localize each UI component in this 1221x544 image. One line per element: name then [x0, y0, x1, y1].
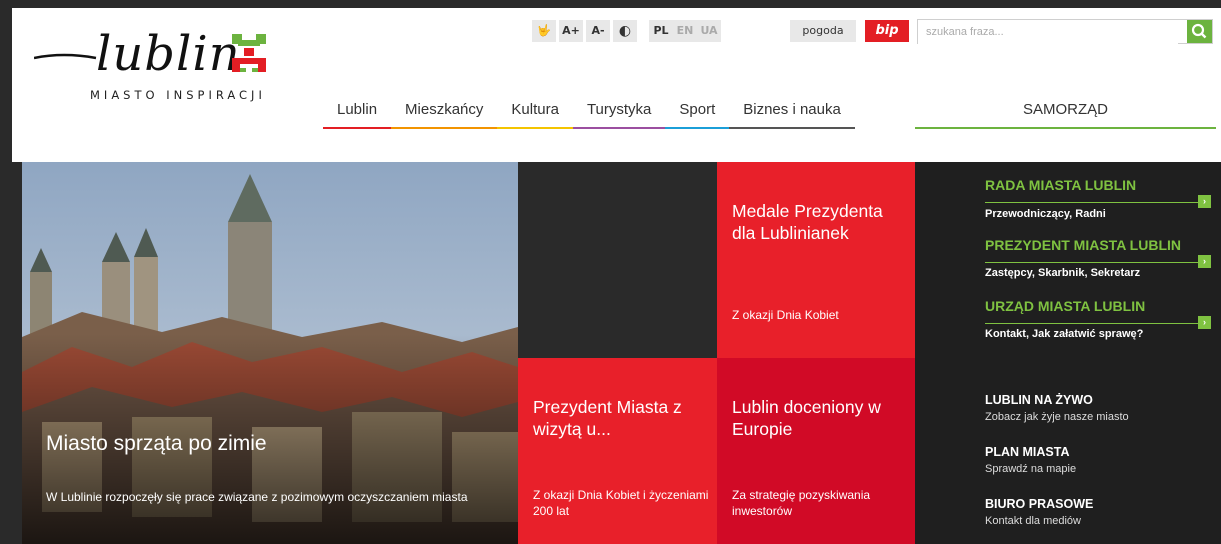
lang-en[interactable]: EN — [673, 20, 697, 42]
tile-subtitle: Z okazji Dnia Kobiet i życzeniami 200 la… — [533, 488, 709, 518]
link-plan-miasta[interactable]: PLAN MIASTA — [985, 445, 1070, 459]
news-tile-europa[interactable]: Lublin doceniony w Europie Za strategię … — [717, 358, 915, 544]
link-plan-miasta-sub: Sprawdź na mapie — [985, 463, 1077, 475]
nav-item-sport[interactable]: Sport — [665, 99, 730, 129]
tile-title[interactable]: Medale Prezydenta dla Lublinianek — [732, 200, 903, 244]
link-biuro-prasowe-sub: Kontakt dla mediów — [985, 515, 1081, 527]
sidebar-sub-prezydent[interactable]: Zastępcy, Skarbnik, Sekretarz — [985, 267, 1140, 279]
search-input[interactable] — [918, 20, 1178, 44]
sidebar-heading-prezydent[interactable]: PREZYDENT MIASTA LUBLIN — [985, 237, 1181, 253]
nav-item-biznes[interactable]: Biznes i nauka — [729, 99, 855, 129]
link-lublin-na-zywo-sub: Zobacz jak żyje nasze miasto — [985, 411, 1129, 423]
nav-item-kultura[interactable]: Kultura — [497, 99, 573, 129]
chevron-right-icon[interactable]: › — [1198, 195, 1211, 208]
hero-slide[interactable]: Miasto sprząta po zimie W Lublinie rozpo… — [22, 162, 518, 544]
search-box — [917, 19, 1213, 44]
chevron-right-icon[interactable]: › — [1198, 255, 1211, 268]
sidebar-divider — [985, 202, 1199, 203]
hero-description: W Lublinie rozpoczęły się prace związane… — [46, 490, 468, 504]
sidebar-divider — [985, 323, 1199, 324]
sidebar-heading-rada[interactable]: RADA MIASTA LUBLIN — [985, 177, 1136, 193]
main-nav: Lublin Mieszkańcy Kultura Turystyka Spor… — [323, 99, 855, 129]
chevron-right-icon[interactable]: › — [1198, 316, 1211, 329]
news-tile-medale[interactable]: Medale Prezydenta dla Lublinianek Z okaz… — [717, 162, 915, 358]
tile-subtitle: Z okazji Dnia Kobiet — [732, 308, 839, 322]
link-lublin-na-zywo[interactable]: LUBLIN NA ŻYWO — [985, 393, 1093, 407]
lublin-logo[interactable]: lublin MIASTO INSPIRACJI — [34, 20, 284, 115]
site-header: lublin MIASTO INSPIRACJI 🤟 A+ A- ◐ PL EN… — [12, 8, 1221, 162]
hero-title[interactable]: Miasto sprząta po zimie — [46, 432, 267, 456]
nav-item-samorzad[interactable]: SAMORZĄD — [915, 99, 1216, 129]
nav-item-turystyka[interactable]: Turystyka — [572, 99, 666, 129]
sign-language-icon[interactable]: 🤟 — [532, 20, 556, 42]
samorzad-sidebar: RADA MIASTA LUBLIN › Przewodniczący, Rad… — [915, 162, 1221, 544]
logo-emblem-icon — [232, 34, 266, 72]
link-biuro-prasowe[interactable]: BIURO PRASOWE — [985, 497, 1093, 511]
weather-button[interactable]: pogoda — [790, 20, 856, 42]
news-tile-prezydent[interactable]: Prezydent Miasta z wizytą u... Z okazji … — [518, 358, 717, 544]
accessibility-tools: 🤟 A+ A- ◐ PL EN UA — [532, 20, 721, 42]
lang-ua[interactable]: UA — [697, 20, 721, 42]
sidebar-sub-rada[interactable]: Przewodniczący, Radni — [985, 208, 1106, 220]
logo-subtitle: MIASTO INSPIRACJI — [90, 88, 266, 102]
sidebar-divider — [985, 262, 1199, 263]
search-button[interactable] — [1187, 20, 1212, 43]
tile-title[interactable]: Prezydent Miasta z wizytą u... — [533, 396, 705, 440]
tile-title[interactable]: Lublin doceniony w Europie — [732, 396, 903, 440]
logo-wordmark: lublin — [96, 26, 241, 82]
nav-item-mieszkancy[interactable]: Mieszkańcy — [391, 99, 498, 129]
hero-cityscape-image — [22, 162, 518, 544]
search-icon — [1191, 23, 1207, 39]
sidebar-heading-urzad[interactable]: URZĄD MIASTA LUBLIN — [985, 298, 1145, 314]
sidebar-sub-urzad[interactable]: Kontakt, Jak załatwić sprawę? — [985, 328, 1143, 340]
nav-item-lublin[interactable]: Lublin — [323, 99, 392, 129]
font-increase-button[interactable]: A+ — [559, 20, 583, 42]
contrast-icon[interactable]: ◐ — [613, 20, 637, 42]
font-decrease-button[interactable]: A- — [586, 20, 610, 42]
tile-subtitle: Za strategię pozyskiwania inwestorów — [732, 488, 871, 518]
lang-pl[interactable]: PL — [649, 20, 673, 42]
bip-button[interactable]: bip — [865, 20, 909, 42]
